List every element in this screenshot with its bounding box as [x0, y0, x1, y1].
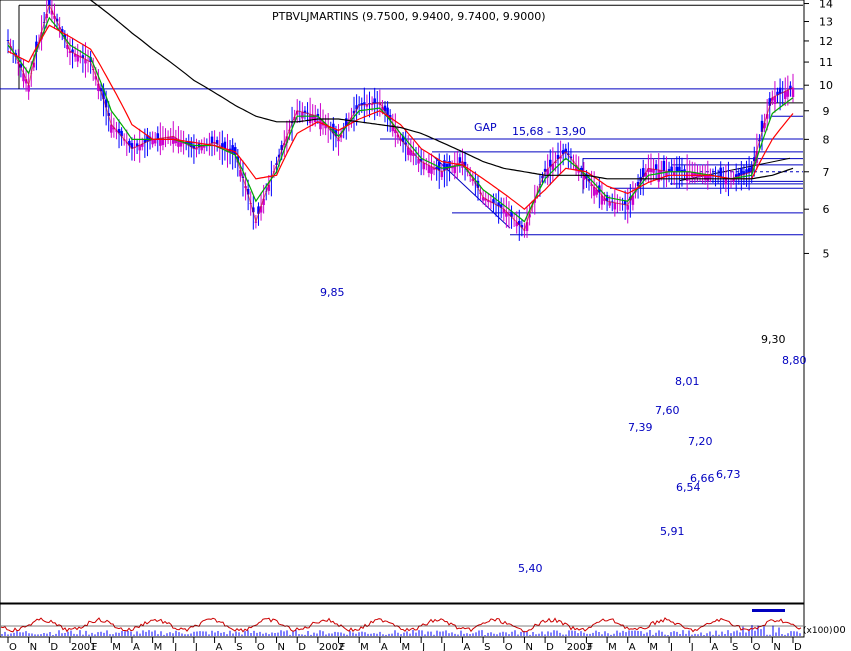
x-tick-label: J [194, 642, 198, 651]
y-tick-label: 11 [819, 56, 833, 69]
gap-range-label: 15,68 - 13,90 [512, 125, 586, 138]
x-tick-label: F [92, 642, 98, 651]
x-tick-label: A [133, 642, 140, 651]
y-tick-label: 7 [823, 166, 830, 179]
x-tick-label: M [649, 642, 658, 651]
x-tick-label: A [463, 642, 470, 651]
x-tick-label: S [732, 642, 738, 651]
y-tick-label: 8 [823, 133, 830, 146]
level-label: 7,20 [688, 435, 713, 448]
x-tick-label: M [608, 642, 617, 651]
chart-root: PTBVLJMARTINS (9.7500, 9.9400, 9.7400, 9… [0, 0, 851, 651]
level-label: 7,60 [655, 404, 680, 417]
x-tick-label: O [753, 642, 761, 651]
gap-label: GAP [474, 121, 497, 134]
x-tick-label: A [629, 642, 636, 651]
level-label: 8,80 [782, 354, 807, 367]
level-label: 5,91 [660, 525, 685, 538]
level-label: 6,73 [716, 468, 741, 481]
x-tick-label: D [298, 642, 306, 651]
y-tick-label: 10 [819, 79, 833, 92]
x-tick-label: J [442, 642, 446, 651]
level-label: 9,30 [761, 333, 786, 346]
x-tick-label: N [773, 642, 780, 651]
x-tick-label: O [505, 642, 513, 651]
x-tick-label: J [173, 642, 177, 651]
x-tick-label: N [30, 642, 37, 651]
x-tick-label: A [216, 642, 223, 651]
indicator-zero-label: 00 [833, 625, 846, 636]
x-tick-label: N [278, 642, 285, 651]
x-tick-label: N [525, 642, 532, 651]
x-tick-label: J [669, 642, 673, 651]
y-tick-label: 14 [819, 0, 833, 11]
x-tick-label: M [112, 642, 121, 651]
x-tick-label: M [402, 642, 411, 651]
level-label: 5,40 [518, 562, 543, 575]
candlestick-chart: PTBVLJMARTINS (9.7500, 9.9400, 9.7400, 9… [0, 0, 846, 651]
chart-title: PTBVLJMARTINS (9.7500, 9.9400, 9.7400, 9… [272, 10, 546, 23]
y-tick-label: 5 [823, 247, 830, 260]
y-tick-label: 9 [823, 105, 830, 118]
x-tick-label: J [690, 642, 694, 651]
x-tick-label: M [360, 642, 369, 651]
price-panel-frame [0, 0, 805, 604]
x-tick-label: O [9, 642, 17, 651]
x-axis: O N D 2001F M A M J J A S O N D 2002F M A M J J A S O N D 2003F M A… [7, 637, 802, 651]
x-tick-label: A [381, 642, 388, 651]
x-tick-label: S [236, 642, 242, 651]
level-label: 9,85 [320, 286, 345, 299]
x-tick-label: J [421, 642, 425, 651]
indicator-scale-label: (x100) [803, 626, 833, 636]
level-label: 7,39 [628, 421, 653, 434]
x-tick-label: F [587, 642, 593, 651]
x-tick-label: F [340, 642, 346, 651]
x-tick-label: S [484, 642, 490, 651]
level-label: 8,01 [675, 375, 700, 388]
y-axis: 1918171615141312111098765 [804, 0, 833, 260]
indicator-highlight-bar [752, 609, 785, 612]
y-tick-label: 6 [823, 203, 830, 216]
level-label: 6,54 [676, 481, 701, 494]
y-tick-label: 12 [819, 35, 833, 48]
x-tick-label: O [257, 642, 265, 651]
x-tick-label: D [794, 642, 802, 651]
x-tick-label: D [50, 642, 58, 651]
x-tick-label: A [711, 642, 718, 651]
x-tick-label: D [546, 642, 554, 651]
y-tick-label: 13 [819, 16, 833, 29]
x-tick-label: M [154, 642, 163, 651]
